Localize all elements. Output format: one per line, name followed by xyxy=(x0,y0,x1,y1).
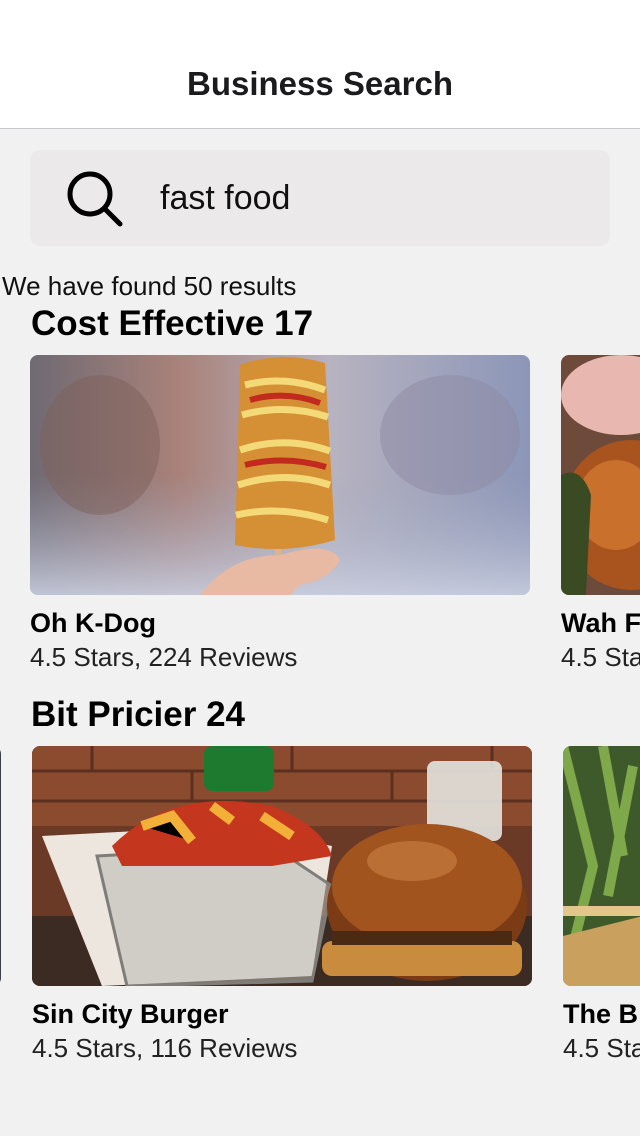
business-photo[interactable] xyxy=(0,746,1,986)
section-title-bit-pricier: Bit Pricier 24 xyxy=(31,695,245,734)
results-count: We have found 50 results xyxy=(2,271,297,301)
business-rating: 4.5 Stars, 224 Reviews xyxy=(30,642,298,672)
business-row-bit-pricier[interactable]: Sin City Burger 4.5 Stars, 116 Reviews T… xyxy=(0,746,640,1076)
section-title-cost-effective: Cost Effective 17 xyxy=(31,304,314,343)
business-photo[interactable] xyxy=(32,746,532,986)
page-title: Business Search xyxy=(187,65,453,102)
business-rating: 4.5 Stars, 116 Reviews xyxy=(32,1033,298,1063)
business-name: Sin City Burger xyxy=(32,999,229,1029)
business-name: The B xyxy=(563,999,639,1029)
search-input[interactable] xyxy=(160,176,590,220)
business-photo[interactable] xyxy=(563,746,640,986)
business-card-previous[interactable] xyxy=(0,746,1,1076)
business-photo[interactable] xyxy=(30,355,530,595)
business-name: Oh K-Dog xyxy=(30,608,156,638)
business-card-the-b[interactable]: The B 4.5 Sta xyxy=(563,746,640,1076)
business-card-sin-city-burger[interactable]: Sin City Burger 4.5 Stars, 116 Reviews xyxy=(32,746,532,1076)
nav-header: Business Search xyxy=(0,0,640,129)
search-icon xyxy=(67,171,123,227)
business-name: Wah F xyxy=(561,608,640,638)
business-rating: 4.5 Sta xyxy=(561,642,640,672)
search-bar[interactable] xyxy=(30,150,610,246)
business-card-oh-k-dog[interactable]: Oh K-Dog 4.5 Stars, 224 Reviews xyxy=(30,355,530,685)
business-row-cost-effective[interactable]: Oh K-Dog 4.5 Stars, 224 Reviews Wah F 4.… xyxy=(0,355,640,685)
business-rating: 4.5 Sta xyxy=(563,1033,640,1063)
business-card-wah-f[interactable]: Wah F 4.5 Sta xyxy=(561,355,640,685)
business-photo[interactable] xyxy=(561,355,640,595)
